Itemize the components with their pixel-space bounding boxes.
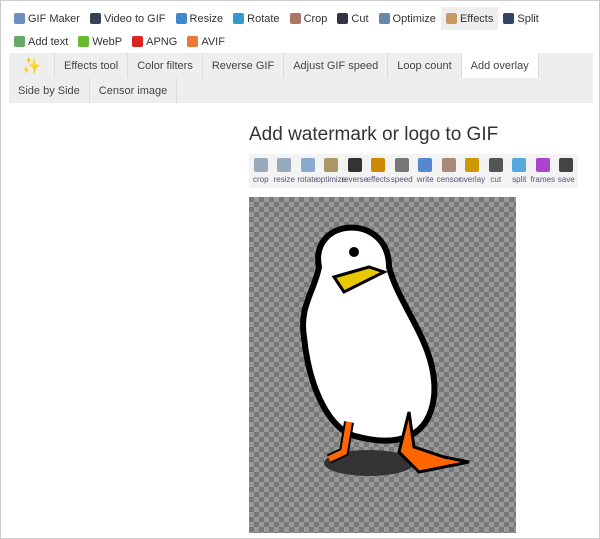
resize-icon [277, 158, 292, 172]
subnav-add-overlay[interactable]: Add overlay [461, 53, 539, 78]
nav-crop[interactable]: Crop [285, 7, 333, 30]
main-nav: GIF Maker Video to GIF Resize Rotate Crop Cut… [9, 7, 593, 53]
subnav-side-by-side[interactable]: Side by Side [9, 78, 90, 103]
tool-censor[interactable]: censor [437, 154, 461, 188]
gif-preview [249, 197, 516, 533]
censor-icon [441, 158, 456, 172]
nav-webp[interactable]: WebP [73, 30, 127, 53]
rotate-icon [300, 158, 315, 172]
tool-label: resize [273, 175, 295, 184]
nav-label: Rotate [247, 12, 280, 25]
tool-split[interactable]: split [508, 154, 532, 188]
tool-write[interactable]: write [414, 154, 438, 188]
effects-wand-icon[interactable]: ✨ [9, 53, 55, 78]
nav-label: Resize [189, 12, 224, 25]
nav-label: Split [517, 12, 539, 25]
optimize-icon [324, 158, 339, 172]
apng-icon [132, 36, 144, 47]
tool-crop[interactable]: crop [249, 154, 273, 188]
nav-label: Crop [303, 12, 328, 25]
crop-icon [289, 13, 301, 24]
tool-label: split [512, 175, 527, 184]
toolbar: crop resize rotate optimize reverse effects sp… [249, 154, 578, 188]
avif-icon [187, 36, 199, 47]
tool-frames[interactable]: frames [531, 154, 555, 188]
cut-icon [337, 13, 349, 24]
tool-label: speed [390, 175, 413, 184]
tool-label: overlay [459, 175, 486, 184]
crop-icon [253, 158, 268, 172]
split-icon [503, 13, 515, 24]
nav-label: Optimize [392, 12, 436, 25]
tool-cut[interactable]: cut [484, 154, 508, 188]
video-icon [89, 13, 101, 24]
resize-icon [175, 13, 187, 24]
save-icon [559, 158, 574, 172]
nav-effects[interactable]: Effects [440, 7, 499, 30]
subnav-loop-count[interactable]: Loop count [388, 53, 462, 78]
nav-label: WebP [92, 35, 123, 48]
nav-split[interactable]: Split [498, 7, 543, 30]
add-text-icon [14, 36, 25, 47]
nav-apng[interactable]: APNG [127, 30, 182, 53]
overlay-icon [465, 158, 480, 172]
write-icon [418, 158, 433, 172]
effects-icon [371, 158, 386, 172]
tool-label: frames [530, 175, 555, 184]
subnav-color-filters[interactable]: Color filters [128, 53, 203, 78]
cut-icon [488, 158, 503, 172]
optimize-icon [378, 13, 390, 24]
speed-icon [394, 158, 409, 172]
nav-label: APNG [146, 35, 178, 48]
nav-label: Video to GIF [103, 12, 166, 25]
nav-resize[interactable]: Resize [171, 7, 229, 30]
page-title: Add watermark or logo to GIF [249, 124, 499, 145]
tool-label: effects [366, 175, 390, 184]
frames-icon [535, 158, 550, 172]
tool-label: write [416, 175, 434, 184]
tool-label: cut [490, 175, 502, 184]
subnav-adjust-gif-speed[interactable]: Adjust GIF speed [284, 53, 389, 78]
nav-label: Add text [28, 35, 69, 48]
nav-label: AVIF [201, 35, 225, 48]
tool-speed[interactable]: speed [390, 154, 414, 188]
tool-save[interactable]: save [555, 154, 579, 188]
effects-icon [445, 13, 457, 24]
tool-label: save [557, 175, 575, 184]
effects-subnav: ✨ Effects tool Color filters Reverse GIF Ad… [9, 53, 593, 103]
rotate-icon [233, 13, 245, 24]
tool-overlay[interactable]: overlay [459, 154, 486, 188]
tool-reverse[interactable]: reverse [341, 154, 369, 188]
tool-effects[interactable]: effects [367, 154, 391, 188]
tool-optimize[interactable]: optimize [316, 154, 346, 188]
subnav-censor-image[interactable]: Censor image [90, 78, 178, 103]
nav-label: GIF Maker [28, 12, 80, 25]
gif-maker-icon [14, 13, 25, 24]
tool-label: rotate [297, 175, 318, 184]
nav-cut[interactable]: Cut [332, 7, 373, 30]
reverse-icon [347, 158, 362, 172]
duck-image [300, 224, 470, 476]
tool-label: reverse [341, 175, 369, 184]
nav-add-text[interactable]: Add text [9, 30, 73, 53]
tool-label: crop [252, 175, 269, 184]
subnav-reverse-gif[interactable]: Reverse GIF [203, 53, 285, 78]
nav-video-to-gif[interactable]: Video to GIF [85, 7, 171, 30]
nav-label: Effects [459, 12, 494, 25]
subnav-effects-tool[interactable]: Effects tool [55, 53, 129, 78]
webp-icon [78, 36, 90, 47]
nav-gif-maker[interactable]: GIF Maker [9, 7, 85, 30]
nav-label: Cut [351, 12, 369, 25]
nav-avif[interactable]: AVIF [182, 30, 230, 53]
split-icon [512, 158, 527, 172]
tool-label: censor [436, 175, 461, 184]
nav-optimize[interactable]: Optimize [374, 7, 441, 30]
nav-rotate[interactable]: Rotate [228, 7, 284, 30]
tool-resize[interactable]: resize [273, 154, 297, 188]
